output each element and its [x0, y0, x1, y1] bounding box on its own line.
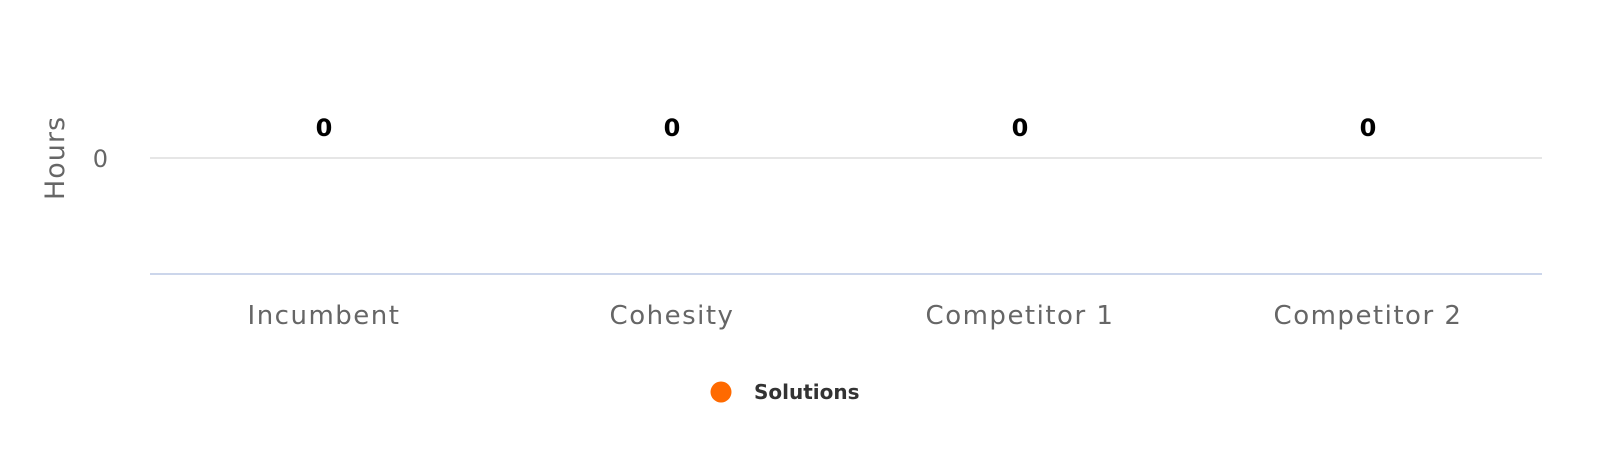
data-label: 0: [316, 114, 333, 142]
y-tick-layer: 0: [93, 145, 108, 173]
data-label: 0: [1360, 114, 1377, 142]
x-tick-label: Incumbent: [248, 301, 401, 331]
chart-container: Hours 0 0 0 0 0 Incumbent Cohesity Competitor…: [0, 0, 1600, 467]
data-label: 0: [1012, 114, 1029, 142]
data-label-layer: 0 0 0 0: [316, 114, 1377, 142]
data-label: 0: [664, 114, 681, 142]
x-tick-label: Competitor 2: [1274, 301, 1463, 331]
y-axis-title: Hours: [40, 116, 71, 200]
legend-marker-solutions[interactable]: [710, 381, 732, 403]
x-tick-label: Competitor 1: [926, 301, 1115, 331]
legend-label-solutions[interactable]: Solutions: [754, 380, 860, 404]
legend[interactable]: Solutions: [710, 380, 860, 404]
x-tick-label: Cohesity: [610, 301, 735, 331]
x-tick-layer: Incumbent Cohesity Competitor 1 Competitor …: [248, 301, 1463, 331]
bar-chart: Hours 0 0 0 0 0 Incumbent Cohesity Competitor…: [40, 114, 1542, 404]
y-tick-label: 0: [93, 145, 108, 173]
